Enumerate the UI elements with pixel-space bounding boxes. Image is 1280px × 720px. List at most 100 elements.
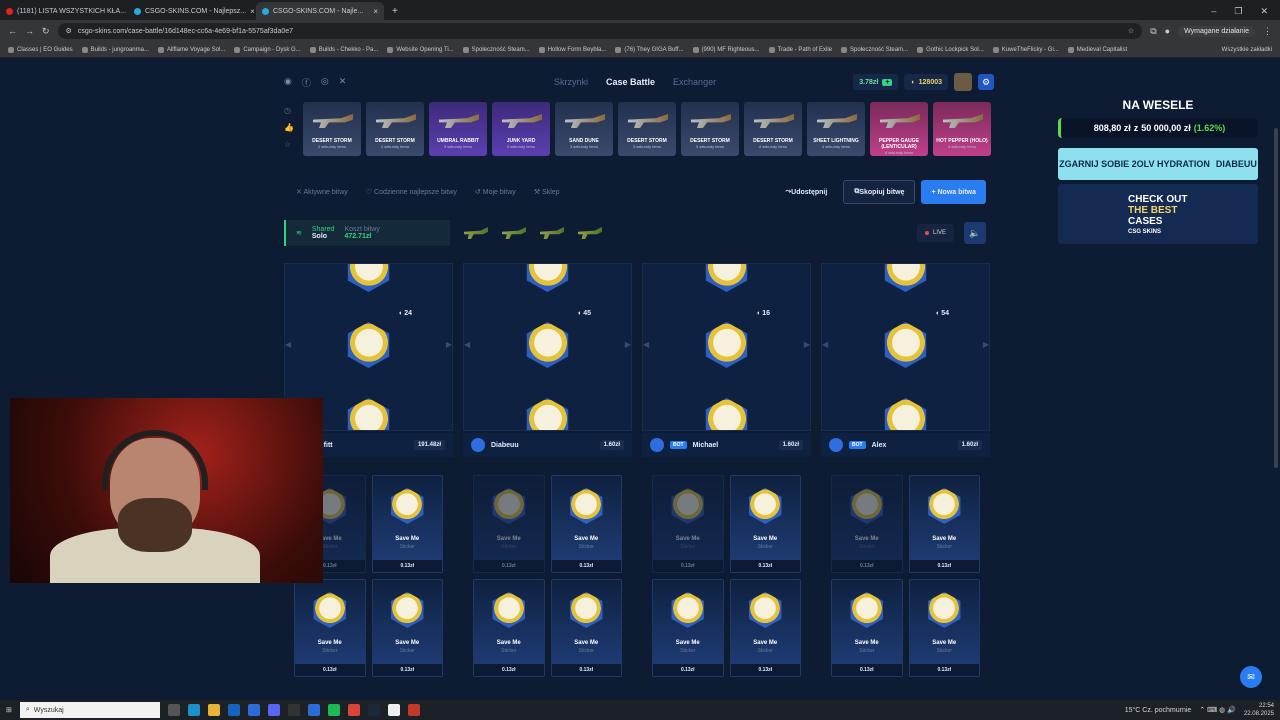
- bookmark-item[interactable]: Medieval Capitalist: [1067, 46, 1127, 53]
- drop-card[interactable]: UMBRAL RABBIT 3 sekundy temu: [429, 102, 487, 156]
- browser-tab[interactable]: CSGO-SKINS.COM - Najlepsz... ×: [128, 2, 256, 20]
- item-card[interactable]: Save Me Sticker 0.13zł: [371, 475, 443, 573]
- money-balance[interactable]: 3.78zł +: [853, 74, 899, 90]
- bookmark-item[interactable]: Allflame Voyage Sol...: [157, 46, 225, 53]
- task-view-icon[interactable]: [167, 704, 180, 716]
- nav-exchanger[interactable]: Exchanger: [673, 77, 716, 87]
- weather[interactable]: 15°C Cz. pochmurnie: [1125, 707, 1192, 714]
- item-card[interactable]: Save Me Sticker 0.13zł: [550, 579, 622, 677]
- user-avatar[interactable]: [954, 73, 972, 91]
- bookmark-item[interactable]: (76) They GIGA Buff...: [615, 46, 684, 53]
- explorer-icon[interactable]: [207, 704, 220, 716]
- new-tab-icon[interactable]: +: [384, 2, 406, 20]
- item-card[interactable]: Save Me Sticker 0.13zł: [831, 579, 903, 677]
- coin-balance[interactable]: ◖ 128003: [904, 74, 948, 90]
- taskbar-search[interactable]: ⌕ Wyszukaj: [19, 702, 160, 718]
- x-icon[interactable]: ✕: [339, 76, 347, 89]
- chat-icon[interactable]: ✉: [1240, 666, 1262, 688]
- maximize-icon[interactable]: ❐: [1234, 6, 1242, 17]
- close-icon[interactable]: ×: [250, 7, 255, 16]
- site-info-icon[interactable]: ⚙: [66, 27, 72, 35]
- instagram-icon[interactable]: ◎: [321, 76, 329, 89]
- extensions-icon[interactable]: ⧉: [1150, 26, 1156, 37]
- item-card[interactable]: Save Me Sticker 0.13zł: [473, 579, 545, 677]
- browser-tab[interactable]: (1181) LISTA WSZYSTKICH KŁA...×: [0, 2, 128, 20]
- thumbs-up-icon[interactable]: 👍: [284, 123, 298, 132]
- item-card[interactable]: Save Me Sticker 0.13zł: [371, 579, 443, 677]
- item-card[interactable]: Save Me Sticker 0.13zł: [473, 475, 545, 573]
- bookmark-item[interactable]: Website Opening Ti...: [387, 46, 454, 53]
- drop-card[interactable]: DESERT STORM 2 sekundy temu: [303, 102, 361, 156]
- drop-card[interactable]: JUNK YARD 3 sekundy temu: [492, 102, 550, 156]
- facebook-icon[interactable]: ⓕ: [302, 76, 311, 89]
- bookmark-item[interactable]: Gothic Lockpick Sol...: [917, 46, 984, 53]
- battle-case[interactable]: [502, 227, 526, 239]
- cases-ad[interactable]: CHECK OUT THE BEST CASES CSG SKINS: [1058, 184, 1258, 244]
- bookmark-item[interactable]: Trade - Path of Exile: [768, 46, 832, 53]
- new-battle-button[interactable]: + Nowa bitwa: [921, 180, 986, 204]
- tray-icons[interactable]: ⌃ ⌨ ◍ 🔊: [1199, 706, 1236, 714]
- bookmark-item[interactable]: Campaign - Dysk G...: [234, 46, 301, 53]
- battle-case[interactable]: [464, 227, 488, 239]
- bookmark-item[interactable]: Społeczność Steam...: [462, 46, 530, 53]
- bookmark-star-icon[interactable]: ☆: [1128, 27, 1134, 35]
- bookmark-item[interactable]: KuweTheFlicky - Gi...: [992, 46, 1059, 53]
- minimize-icon[interactable]: –: [1211, 6, 1216, 16]
- drop-card[interactable]: HOT PEPPER (HOLO) 4 sekundy temu: [933, 102, 991, 156]
- tab-daily-best[interactable]: ♡ Codzienne najlepsze bitwy: [366, 188, 457, 196]
- item-card[interactable]: Save Me Sticker 0.13zł: [908, 475, 980, 573]
- star-icon[interactable]: ☆: [284, 140, 298, 149]
- forward-icon[interactable]: →: [25, 26, 34, 36]
- drop-card[interactable]: DESERT STORM 3 sekundy temu: [618, 102, 676, 156]
- all-bookmarks[interactable]: Wszystkie zakładki: [1222, 47, 1272, 53]
- battle-case[interactable]: [578, 227, 602, 239]
- menu-icon[interactable]: ⋮: [1263, 26, 1272, 37]
- hydration-ad[interactable]: ZGARNIJ SOBIE 2OLV HYDRATION DIABEUU: [1058, 148, 1258, 180]
- clock[interactable]: 22:54 22.08.2025: [1244, 702, 1274, 718]
- discord-icon[interactable]: ◉: [284, 76, 292, 89]
- action-required-button[interactable]: Wymagane działanie: [1178, 25, 1255, 37]
- bookmark-item[interactable]: Hollow Form Beybla...: [538, 46, 606, 53]
- copy-battle-button[interactable]: ⧉ Skopiuj bitwę: [843, 180, 916, 204]
- close-window-icon[interactable]: ✕: [1260, 6, 1268, 17]
- item-card[interactable]: Save Me Sticker 0.13zł: [652, 579, 724, 677]
- discord-app-icon[interactable]: [267, 704, 280, 716]
- close-icon[interactable]: ×: [373, 7, 378, 16]
- item-card[interactable]: Save Me Sticker 0.13zł: [294, 579, 366, 677]
- reload-icon[interactable]: ↻: [42, 26, 50, 37]
- back-icon[interactable]: ←: [8, 26, 17, 36]
- edge-icon[interactable]: [187, 704, 200, 716]
- item-card[interactable]: Save Me Sticker 0.13zł: [729, 579, 801, 677]
- add-funds-icon[interactable]: +: [882, 78, 893, 86]
- bookmark-item[interactable]: Builds - jungroanma...: [81, 46, 149, 53]
- nav-case-battle[interactable]: Case Battle: [606, 77, 655, 87]
- profile-icon[interactable]: ●: [1165, 26, 1170, 36]
- address-bar[interactable]: ⚙ csgo-skins.com/case-battle/16d148ec-cc6…: [57, 23, 1143, 39]
- steam-icon[interactable]: [367, 704, 380, 716]
- tab-my-battles[interactable]: ↺ Moje bitwy: [475, 188, 516, 196]
- tab-active-battles[interactable]: ✕ Aktywne bitwy: [296, 188, 348, 196]
- drop-card[interactable]: PEPPER GAUGE (LENTICULAR) 4 sekundy temu: [870, 102, 928, 156]
- app-icon[interactable]: [387, 704, 400, 716]
- bookmark-item[interactable]: Społeczność Steam...: [841, 46, 908, 53]
- bookmark-item[interactable]: (990) MF Righteous...: [692, 46, 760, 53]
- clock-icon[interactable]: ◷: [284, 106, 298, 115]
- bookmark-item[interactable]: Classes | EO Guides: [8, 46, 73, 53]
- drop-card[interactable]: SAND DUNE 3 sekundy temu: [555, 102, 613, 156]
- battle-case[interactable]: [540, 227, 564, 239]
- item-card[interactable]: Save Me Sticker 0.13zł: [652, 475, 724, 573]
- bookmark-item[interactable]: Builds - Chekko - Pa...: [309, 46, 378, 53]
- nav-cases[interactable]: Skrzynki: [554, 77, 588, 87]
- app-icon[interactable]: [247, 704, 260, 716]
- gear-icon[interactable]: ⚙: [978, 74, 994, 90]
- start-icon[interactable]: ⊞: [6, 706, 12, 714]
- spotify-icon[interactable]: [327, 704, 340, 716]
- drop-card[interactable]: DESERT STORM 2 sekundy temu: [366, 102, 424, 156]
- obs-icon[interactable]: [287, 704, 300, 716]
- app-icon[interactable]: [307, 704, 320, 716]
- volume-icon[interactable]: 🔈: [964, 222, 986, 244]
- item-card[interactable]: Save Me Sticker 0.13zł: [908, 579, 980, 677]
- browser-tab-active[interactable]: CSGO-SKINS.COM - Najle... ×: [256, 2, 384, 20]
- chrome-icon[interactable]: [347, 704, 360, 716]
- outlook-icon[interactable]: [227, 704, 240, 716]
